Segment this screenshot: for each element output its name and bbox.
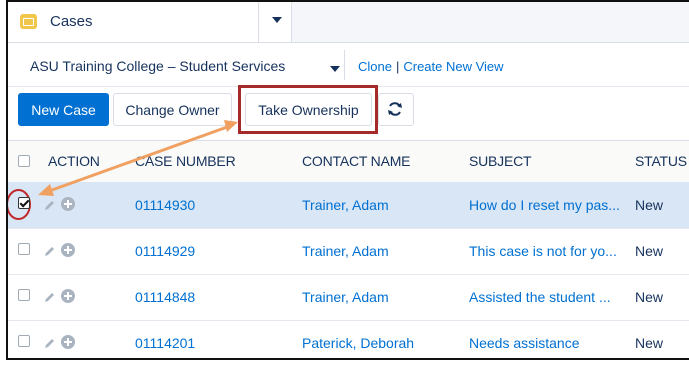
- tab-cases[interactable]: Cases: [8, 2, 292, 42]
- action-button-row: New Case Change Owner Take Ownership: [8, 86, 689, 140]
- status-cell: New: [635, 289, 664, 305]
- table-row[interactable]: 01114929 Trainer, Adam This case is not fo…: [8, 228, 689, 275]
- add-plus-icon[interactable]: [61, 243, 75, 257]
- add-plus-icon[interactable]: [61, 335, 75, 349]
- add-plus-icon[interactable]: [61, 197, 75, 211]
- add-plus-icon[interactable]: [61, 289, 75, 303]
- subject-link[interactable]: How do I reset my pas...: [469, 197, 620, 213]
- briefcase-icon: [20, 14, 37, 29]
- column-header-contact-name[interactable]: CONTACT NAME: [302, 153, 411, 169]
- case-number-link[interactable]: 01114929: [135, 243, 195, 259]
- contact-name-link[interactable]: Paterick, Deborah: [302, 335, 414, 351]
- edit-pencil-icon[interactable]: [44, 244, 56, 256]
- contact-name-link[interactable]: Trainer, Adam: [302, 197, 389, 213]
- edit-pencil-icon[interactable]: [44, 198, 56, 210]
- table-row[interactable]: 01114848 Trainer, Adam Assisted the studen…: [8, 274, 689, 321]
- subject-link[interactable]: This case is not for yo...: [469, 243, 617, 259]
- refresh-button[interactable]: [378, 93, 414, 126]
- status-cell: New: [635, 197, 664, 213]
- tab-label: Cases: [50, 13, 93, 30]
- contact-name-link[interactable]: Trainer, Adam: [302, 243, 389, 259]
- take-ownership-button[interactable]: Take Ownership: [245, 93, 372, 126]
- row-checkbox[interactable]: [18, 335, 30, 347]
- list-view-bar: ASU Training College – Student Services …: [8, 42, 689, 87]
- refresh-icon: [388, 102, 402, 116]
- case-number-link[interactable]: 01114930: [135, 197, 195, 213]
- subject-link[interactable]: Assisted the student ...: [469, 289, 611, 305]
- column-header-case-number[interactable]: CASE NUMBER: [135, 153, 236, 169]
- edit-pencil-icon[interactable]: [44, 336, 56, 348]
- row-checkbox[interactable]: [18, 289, 30, 301]
- create-new-view-link[interactable]: Create New View: [403, 59, 503, 74]
- row-checkbox[interactable]: [18, 243, 30, 255]
- subject-link[interactable]: Needs assistance: [469, 335, 580, 351]
- case-number-link[interactable]: 01114201: [135, 335, 195, 351]
- status-cell: New: [635, 335, 664, 351]
- view-links: Clone | Create New View: [358, 59, 504, 74]
- case-number-link[interactable]: 01114848: [135, 289, 195, 305]
- column-header-subject[interactable]: SUBJECT: [469, 153, 532, 169]
- select-all-checkbox[interactable]: [18, 155, 30, 167]
- contact-name-link[interactable]: Trainer, Adam: [302, 289, 389, 305]
- edit-pencil-icon[interactable]: [44, 290, 56, 302]
- clone-link[interactable]: Clone: [358, 59, 392, 74]
- table-row[interactable]: 01114201 Paterick, Deborah Needs assistanc…: [8, 320, 689, 358]
- link-separator: |: [395, 59, 400, 74]
- table-header: ACTION CASE NUMBER CONTACT NAME SUBJECT …: [8, 140, 689, 183]
- column-header-status[interactable]: STATUS: [635, 153, 687, 169]
- table-row[interactable]: 01114930 Trainer, Adam How do I reset my p…: [8, 182, 689, 229]
- change-owner-button[interactable]: Change Owner: [113, 93, 232, 126]
- cases-list-panel: Cases ASU Training College – Student Ser…: [6, 0, 689, 360]
- row-checkbox[interactable]: [18, 197, 30, 209]
- tab-bar: Cases: [8, 2, 689, 43]
- status-cell: New: [635, 243, 664, 259]
- chevron-down-icon[interactable]: [258, 2, 292, 42]
- new-case-button[interactable]: New Case: [18, 93, 109, 126]
- list-view-name: ASU Training College – Student Services: [30, 58, 286, 74]
- column-header-action: ACTION: [48, 153, 100, 169]
- caret-down-icon: [330, 66, 340, 72]
- list-view-selector[interactable]: ASU Training College – Student Services: [18, 50, 345, 80]
